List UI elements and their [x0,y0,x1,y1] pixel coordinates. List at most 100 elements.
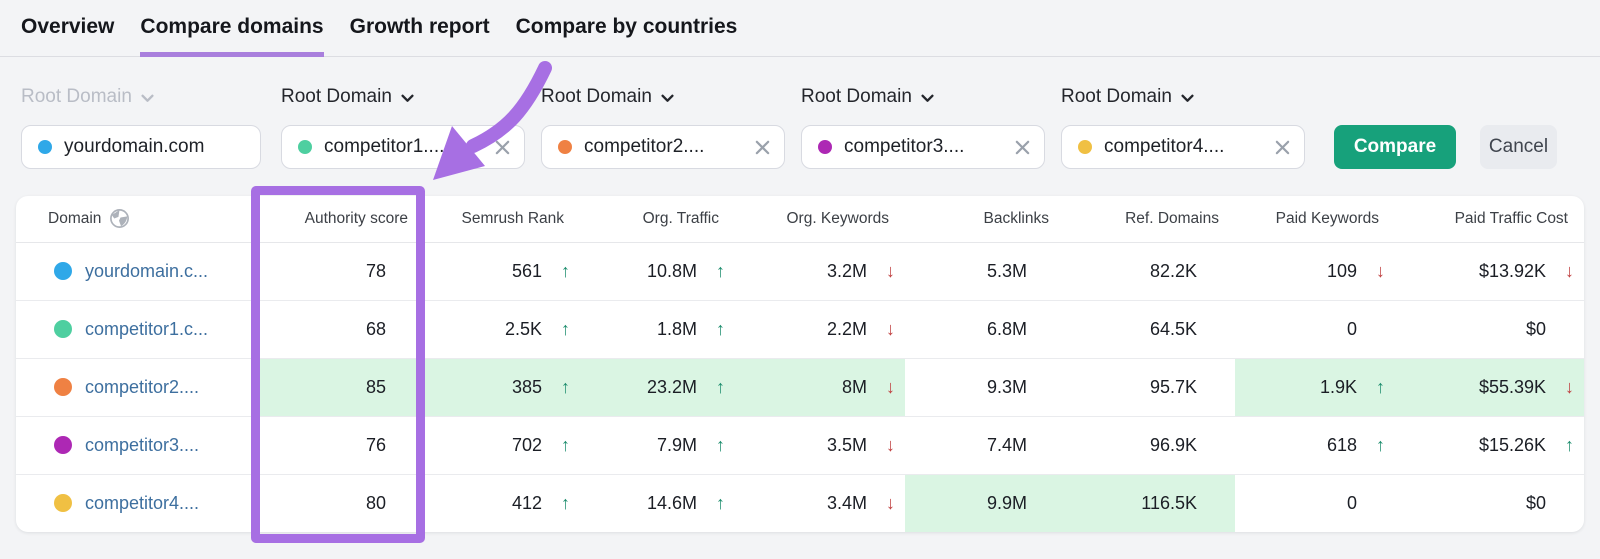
root-domain-label: Root Domain [541,86,652,107]
remove-domain-icon[interactable] [1015,140,1030,155]
domain-link[interactable]: competitor3.... [85,435,199,456]
tab-overview[interactable]: Overview [21,1,114,57]
org-keywords-cell: 2.2M ↓ [735,300,905,359]
chevron-down-icon [921,94,934,102]
trend-arrow-icon: ↑ [716,376,725,397]
authority-score-cell: 85 [252,358,424,417]
paid-keywords-cell: 1.9K ↑ [1235,358,1395,417]
root-domain-label: Root Domain [1061,86,1172,107]
column-header-authority-score[interactable]: Authority score [252,196,424,243]
domain-color-dot [38,140,52,154]
trend-arrow-icon: ↓ [886,492,895,513]
semrush-rank-cell: 385 ↑ [424,358,580,417]
trend-arrow-icon: ↓ [886,260,895,281]
trend-arrow-icon: ↓ [886,434,895,455]
domain-chip-competitor3[interactable]: competitor3.... [801,125,1045,169]
paid-keywords-cell: 0 [1346,492,1357,513]
trend-arrow-icon: ↑ [561,260,570,281]
paid-traffic-cost-cell: $13.92K ↓ [1395,242,1584,301]
domain-chip-text: yourdomain.com [64,136,205,157]
org-traffic-cell: 10.8M ↑ [580,242,735,301]
root-domain-label: Root Domain [281,86,392,107]
column-header-paid-keywords[interactable]: Paid Keywords [1235,196,1395,243]
domain-link[interactable]: competitor2.... [85,377,199,398]
root-domain-dropdown: Root Domain [21,86,261,108]
trend-arrow-icon: ↓ [1565,260,1574,281]
trend-arrow-icon: ↑ [561,318,570,339]
domain-chip-competitor4[interactable]: competitor4.... [1061,125,1305,169]
root-domain-dropdown[interactable]: Root Domain [281,86,525,108]
table-header-row: Domain Authority score Semrush Rank Org.… [16,196,1584,243]
column-header-org-keywords[interactable]: Org. Keywords [735,196,905,243]
paid-traffic-cost-cell: $15.26K ↑ [1395,416,1584,475]
domain-chip-competitor1[interactable]: competitor1.... [281,125,525,169]
report-tabs: Overview Compare domains Growth report C… [0,0,1600,57]
org-keywords-cell: 3.2M ↓ [735,242,905,301]
trend-arrow-icon: ↑ [716,492,725,513]
domain-color-dot [54,494,72,513]
root-domain-dropdown[interactable]: Root Domain [541,86,785,108]
trend-arrow-icon: ↑ [716,434,725,455]
table-row: competitor2.... 85 385 ↑ 23.2M ↑ 8M ↓ 9.3M … [16,358,1584,417]
semrush-rank-cell: 561 ↑ [424,242,580,301]
column-header-paid-traffic-cost[interactable]: Paid Traffic Cost [1395,196,1584,243]
domain-color-dot [54,262,72,280]
column-header-org-traffic[interactable]: Org. Traffic [580,196,735,243]
domain-chip-yourdomain[interactable]: yourdomain.com [21,125,261,169]
paid-keywords-cell: 0 [1235,300,1395,359]
domain-link[interactable]: yourdomain.c... [85,261,208,282]
domain-color-dot [298,140,312,154]
domain-color-dot [1078,140,1092,154]
trend-arrow-icon: ↑ [716,260,725,281]
domain-color-dot [818,140,832,154]
column-header-semrush-rank[interactable]: Semrush Rank [424,196,580,243]
semrush-rank-cell: 412 ↑ [511,492,570,513]
remove-domain-icon[interactable] [1275,140,1290,155]
selector-actions: Compare Cancel [1334,125,1557,169]
domain-chip-competitor2[interactable]: competitor2.... [541,125,785,169]
cancel-button[interactable]: Cancel [1480,125,1557,169]
trend-arrow-icon: ↑ [561,434,570,455]
backlinks-cell: 9.9M [905,474,1065,532]
tab-compare-domains[interactable]: Compare domains [140,1,324,57]
semrush-rank-cell: 2.5K ↑ [424,300,580,359]
ref-domains-cell: 82.2K [1065,242,1235,301]
compare-button[interactable]: Compare [1334,125,1456,169]
domain-link[interactable]: competitor1.c... [85,319,208,340]
column-header-domain[interactable]: Domain [16,196,252,243]
table-row: yourdomain.c... 78 561 ↑ 10.8M ↑ 3.2M ↓ 5.3… [16,242,1584,301]
trend-arrow-icon: ↓ [886,318,895,339]
trend-arrow-icon: ↑ [1376,434,1385,455]
authority-score-cell: 76 [252,416,424,475]
domain-selector-competitor3: Root Domain competitor3.... [801,86,1045,169]
domain-color-dot [54,378,72,396]
trend-arrow-icon: ↑ [716,318,725,339]
table-row: competitor3.... 76 702 ↑ 7.9M ↑ 3.5M ↓ 7.4M… [16,416,1584,475]
org-traffic-cell: 23.2M ↑ [580,358,735,417]
root-domain-dropdown[interactable]: Root Domain [1061,86,1305,108]
root-domain-dropdown[interactable]: Root Domain [801,86,1045,108]
paid-traffic-cost-cell: $0 [1395,300,1584,359]
domain-link[interactable]: competitor4.... [85,493,199,514]
chevron-down-icon [661,94,674,102]
chevron-down-icon [401,94,414,102]
authority-score-cell: 78 [252,242,424,301]
domain-color-dot [54,320,72,338]
org-traffic-cell: 1.8M ↑ [580,300,735,359]
trend-arrow-icon: ↑ [561,492,570,513]
remove-domain-icon[interactable] [495,140,510,155]
column-header-ref-domains[interactable]: Ref. Domains [1065,196,1235,243]
backlinks-cell: 7.4M [905,416,1065,475]
chevron-down-icon [141,94,154,102]
table-row: competitor4.... 80 412 ↑ 14.6M ↑ 3.4M ↓ 9.9… [16,474,1584,532]
tab-growth-report[interactable]: Growth report [350,1,490,57]
remove-domain-icon[interactable] [755,140,770,155]
trend-arrow-icon: ↓ [1565,376,1574,397]
column-header-backlinks[interactable]: Backlinks [905,196,1065,243]
ref-domains-cell: 116.5K [1065,474,1235,532]
trend-arrow-icon: ↓ [886,376,895,397]
tab-compare-by-countries[interactable]: Compare by countries [516,1,738,57]
domain-selector-competitor1: Root Domain competitor1.... [281,86,525,169]
trend-arrow-icon: ↑ [561,376,570,397]
chevron-down-icon [1181,94,1194,102]
